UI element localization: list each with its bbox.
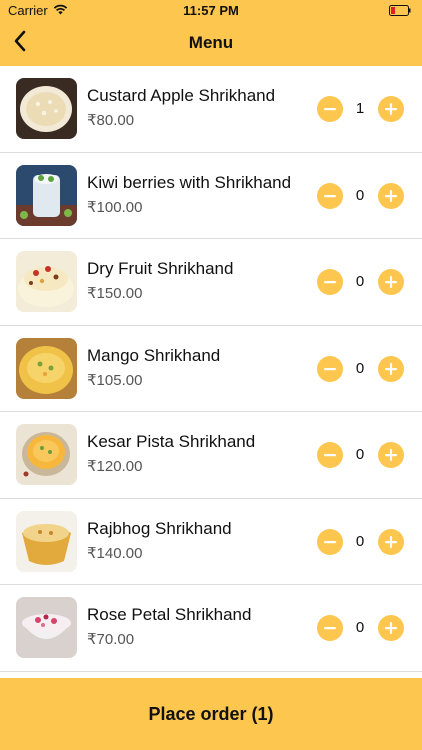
minus-icon (324, 108, 336, 111)
item-image (16, 251, 77, 312)
item-image (16, 510, 77, 572)
item-name: Rose Petal Shrikhand (87, 605, 252, 624)
minus-icon (324, 540, 336, 543)
place-order-button[interactable]: Place order (1) (0, 678, 422, 750)
plus-icon (385, 449, 397, 461)
minus-icon (324, 367, 336, 370)
item-name: Kiwi berries with Shrikhand (87, 172, 292, 192)
decrease-quantity-button[interactable] (317, 182, 343, 209)
item-price: ₹105.00 (87, 371, 143, 389)
minus-icon (324, 454, 336, 457)
item-name: Mango Shrikhand (87, 345, 221, 365)
plus-icon (385, 103, 397, 115)
quantity-value: 0 (355, 186, 365, 204)
decrease-quantity-button[interactable] (317, 528, 343, 555)
item-image (16, 164, 77, 226)
increase-quantity-button[interactable] (378, 96, 404, 122)
quantity-value: 0 (355, 619, 365, 636)
quantity-value: 0 (355, 532, 365, 550)
item-image (16, 597, 77, 658)
increase-quantity-button[interactable] (378, 269, 404, 295)
status-bar: Carrier 11:57 PM (0, 0, 422, 22)
menu-item: Rose Petal Shrikhand ₹70.00 0 (0, 585, 422, 672)
decrease-quantity-button[interactable] (317, 96, 343, 122)
item-price: ₹100.00 (87, 198, 143, 216)
decrease-quantity-button[interactable] (317, 615, 343, 641)
increase-quantity-button[interactable] (378, 355, 404, 382)
item-price: ₹80.00 (87, 112, 135, 129)
quantity-value: 0 (355, 273, 365, 290)
item-name: Custard Apple Shrikhand (87, 86, 276, 105)
item-name: Dry Fruit Shrikhand (87, 259, 234, 278)
minus-icon (324, 194, 336, 197)
quantity-value: 0 (355, 446, 365, 463)
plus-icon (385, 535, 397, 548)
item-name: Rajbhog Shrikhand (87, 518, 232, 538)
increase-quantity-button[interactable] (378, 615, 404, 641)
menu-item: Kiwi berries with Shrikhand ₹100.00 0 (0, 153, 422, 239)
item-price: ₹140.00 (87, 544, 143, 562)
item-image (16, 78, 77, 139)
page-title: Menu (188, 33, 234, 52)
item-name: Kesar Pista Shrikhand (87, 432, 256, 451)
battery-icon (389, 4, 411, 16)
item-price: ₹70.00 (87, 631, 135, 648)
decrease-quantity-button[interactable] (317, 442, 343, 468)
item-price: ₹120.00 (87, 458, 143, 475)
item-price: ₹150.00 (87, 285, 143, 302)
menu-item: Rajbhog Shrikhand ₹140.00 0 (0, 499, 422, 585)
item-image (16, 424, 77, 485)
increase-quantity-button[interactable] (378, 182, 404, 209)
app-header: Carrier 11:57 PM Menu (0, 0, 422, 66)
increase-quantity-button[interactable] (378, 442, 404, 468)
menu-item: Custard Apple Shrikhand ₹80.00 1 (0, 66, 422, 153)
menu-item: Kesar Pista Shrikhand ₹120.00 0 (0, 412, 422, 499)
quantity-value: 1 (355, 100, 365, 117)
decrease-quantity-button[interactable] (317, 269, 343, 295)
menu-item: Dry Fruit Shrikhand ₹150.00 0 (0, 239, 422, 326)
quantity-value: 0 (355, 359, 365, 377)
plus-icon (385, 362, 397, 375)
menu-list: Custard Apple Shrikhand ₹80.00 1 Kiwi be… (0, 66, 422, 672)
menu-item: Mango Shrikhand ₹105.00 0 (0, 326, 422, 412)
plus-icon (385, 276, 397, 288)
status-time: 11:57 PM (183, 3, 239, 18)
plus-icon (385, 622, 397, 634)
decrease-quantity-button[interactable] (317, 355, 343, 382)
increase-quantity-button[interactable] (378, 528, 404, 555)
minus-icon (324, 281, 336, 284)
minus-icon (324, 627, 336, 630)
item-image (16, 337, 77, 399)
plus-icon (385, 189, 397, 202)
